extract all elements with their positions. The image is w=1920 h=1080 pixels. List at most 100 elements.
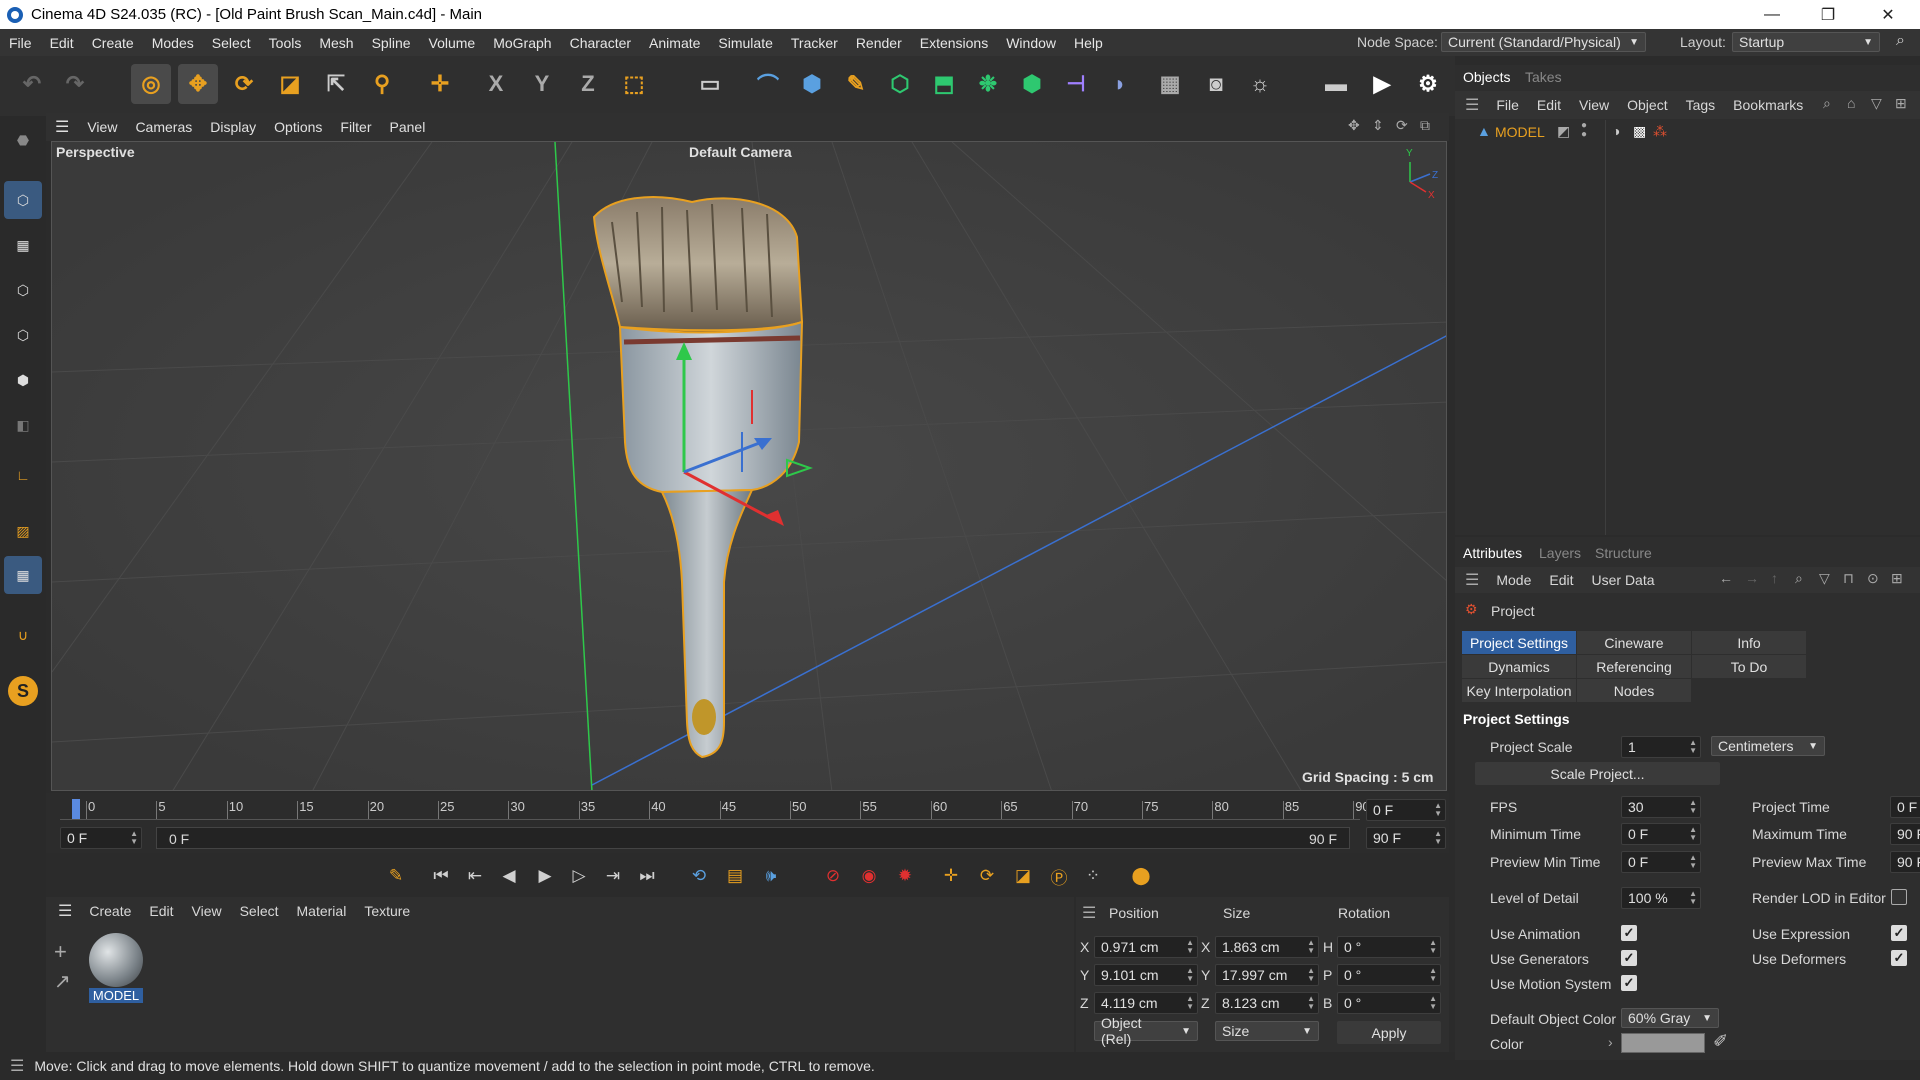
material-menu-create[interactable]: Create xyxy=(80,903,140,919)
objects-menu-tags[interactable]: Tags xyxy=(1677,97,1725,113)
menu-mesh[interactable]: Mesh xyxy=(310,35,362,51)
objects-menu-view[interactable]: View xyxy=(1570,97,1618,113)
tab-project-settings[interactable]: Project Settings xyxy=(1462,631,1576,654)
menu-simulate[interactable]: Simulate xyxy=(709,35,781,51)
menu-window[interactable]: Window xyxy=(997,35,1065,51)
preview-min-field[interactable]: 0 F ▲ ▼ xyxy=(1621,851,1701,873)
coordinate-system-icon[interactable]: ⬚ xyxy=(614,64,654,104)
minimize-button[interactable]: — xyxy=(1744,0,1800,29)
objects-new-window-icon[interactable]: ⊞ xyxy=(1895,95,1907,112)
viewport-menu-panel[interactable]: Panel xyxy=(381,119,435,135)
render-view-icon[interactable]: ▬ xyxy=(1316,64,1356,104)
material-menu-texture[interactable]: Texture xyxy=(355,903,419,919)
units-dropdown[interactable]: Centimeters ▼ xyxy=(1711,736,1825,756)
render-icon[interactable]: ▶ xyxy=(1362,64,1402,104)
position-y-field[interactable]: 9.101 cm ▲ ▼ xyxy=(1094,964,1198,986)
status-hamburger-icon[interactable]: ☰ xyxy=(0,1056,34,1076)
menu-select[interactable]: Select xyxy=(203,35,260,51)
tab-to-do[interactable]: To Do xyxy=(1692,655,1806,678)
render-region-icon[interactable]: ▭ xyxy=(690,64,730,104)
restore-button[interactable]: ❐ xyxy=(1800,0,1856,29)
tab-objects[interactable]: Objects xyxy=(1463,69,1510,85)
texture-tag-icon[interactable]: ◑ xyxy=(1612,123,1620,139)
target-icon[interactable]: ⊙ xyxy=(1867,570,1879,587)
default-color-dropdown[interactable]: 60% Gray ▼ xyxy=(1621,1008,1719,1028)
snap-icon[interactable]: ∪ xyxy=(4,616,42,654)
menu-extensions[interactable]: Extensions xyxy=(911,35,997,51)
apply-button[interactable]: Apply xyxy=(1337,1021,1441,1044)
attributes-menu-user-data[interactable]: User Data xyxy=(1583,572,1664,588)
menu-edit[interactable]: Edit xyxy=(41,35,83,51)
size-x-field[interactable]: 1.863 cm ▲ ▼ xyxy=(1215,936,1319,958)
color-swatch[interactable] xyxy=(1621,1033,1705,1053)
coord-mode-dropdown[interactable]: Object (Rel) ▼ xyxy=(1094,1015,1198,1047)
viewport-menu-display[interactable]: Display xyxy=(201,119,265,135)
viewport-menu-filter[interactable]: Filter xyxy=(331,119,380,135)
layout-dropdown[interactable]: Startup ▼ xyxy=(1732,32,1880,52)
use-deformers-checkbox[interactable]: ✓ xyxy=(1891,950,1907,966)
deformer-icon[interactable]: ⊣ xyxy=(1056,64,1096,104)
polygons-mode-icon[interactable]: ⬢ xyxy=(4,361,42,399)
coord-hamburger-icon[interactable]: ☰ xyxy=(1082,903,1096,923)
menu-mograph[interactable]: MoGraph xyxy=(484,35,560,51)
preview-max-field[interactable]: 90 F xyxy=(1890,851,1920,873)
tab-referencing[interactable]: Referencing xyxy=(1577,655,1691,678)
search-icon[interactable]: ⌕ xyxy=(1896,32,1905,50)
axis-mode-icon[interactable]: ∟ xyxy=(4,456,42,494)
tab-takes[interactable]: Takes xyxy=(1525,69,1562,85)
objects-home-icon[interactable]: ⌂ xyxy=(1847,95,1855,111)
lock-icon[interactable]: ⊓ xyxy=(1843,570,1854,587)
project-time-field[interactable]: 0 F xyxy=(1890,796,1920,818)
camera-label[interactable]: Default Camera xyxy=(689,144,792,160)
tag-icon[interactable]: ⁂ xyxy=(1653,123,1667,140)
viewport-move-icon[interactable]: ✥ xyxy=(1348,117,1360,134)
light-icon[interactable]: ☼ xyxy=(1240,64,1280,104)
menu-volume[interactable]: Volume xyxy=(420,35,485,51)
attributes-hamburger-icon[interactable]: ☰ xyxy=(1455,570,1487,590)
fps-field[interactable]: 30 ▲ ▼ xyxy=(1621,796,1701,818)
coord-size-dropdown[interactable]: Size ▼ xyxy=(1215,1021,1319,1041)
tab-key-interpolation[interactable]: Key Interpolation xyxy=(1462,679,1576,702)
object-name[interactable]: MODEL xyxy=(1495,124,1545,140)
go-to-end-icon[interactable]: ⏭ xyxy=(632,861,662,891)
menu-create[interactable]: Create xyxy=(83,35,143,51)
use-expression-checkbox[interactable]: ✓ xyxy=(1891,925,1907,941)
viewport-zoom-icon[interactable]: ⇕ xyxy=(1372,117,1384,134)
material-menu-select[interactable]: Select xyxy=(231,903,288,919)
node-space-dropdown[interactable]: Current (Standard/Physical) ▼ xyxy=(1441,32,1646,52)
project-scale-field[interactable]: 1 ▲ ▼ xyxy=(1621,736,1701,758)
close-button[interactable]: ✕ xyxy=(1860,0,1916,29)
dynamic-placement-icon[interactable]: ✛ xyxy=(420,64,460,104)
checker-tag-icon[interactable]: ▩ xyxy=(1633,123,1646,140)
loop-icon[interactable]: ⟲ xyxy=(684,861,714,891)
timeline[interactable]: 0 5 10 15 20 25 30 35 40 45 50 55 60 65 70 75 80 85 90 0 F… xyxy=(46,793,1449,853)
rotation-b-field[interactable]: 0 ° ▲ ▼ xyxy=(1337,992,1441,1014)
use-generators-checkbox[interactable]: ✓ xyxy=(1621,950,1637,966)
extrude-icon[interactable]: ⬒ xyxy=(924,64,964,104)
viewport-hamburger-icon[interactable]: ☰ xyxy=(46,117,78,137)
mograph-icon[interactable]: ⬢ xyxy=(1012,64,1052,104)
menu-modes[interactable]: Modes xyxy=(143,35,203,51)
menu-help[interactable]: Help xyxy=(1065,35,1112,51)
material-menu-material[interactable]: Material xyxy=(288,903,356,919)
scale-project-button[interactable]: Scale Project... xyxy=(1475,762,1720,785)
add-material-icon[interactable]: + xyxy=(54,939,67,965)
attributes-filter-icon[interactable]: ▽ xyxy=(1819,570,1830,587)
render-lod-checkbox[interactable] xyxy=(1891,889,1907,905)
locked-workplane-icon[interactable]: ▦ xyxy=(4,556,42,594)
go-to-start-icon[interactable]: ⏮ xyxy=(426,861,456,891)
size-z-field[interactable]: 8.123 cm ▲ ▼ xyxy=(1215,992,1319,1014)
undo-icon[interactable]: ↶ xyxy=(12,64,52,104)
objects-hamburger-icon[interactable]: ☰ xyxy=(1455,95,1487,115)
object-row-model[interactable]: ▲ MODEL ◩ ● ● ◑ ▩ ⁂ xyxy=(1455,121,1920,143)
material-menu-edit[interactable]: Edit xyxy=(140,903,182,919)
floor-icon[interactable]: ▦ xyxy=(1150,64,1190,104)
key-scale-icon[interactable]: ◪ xyxy=(1008,861,1038,891)
workplane-icon[interactable]: ▨ xyxy=(4,512,42,550)
menu-tracker[interactable]: Tracker xyxy=(782,35,847,51)
key-position-icon[interactable]: ✛ xyxy=(936,861,966,891)
objects-menu-bookmarks[interactable]: Bookmarks xyxy=(1724,97,1812,113)
tab-info[interactable]: Info xyxy=(1692,631,1806,654)
menu-spline[interactable]: Spline xyxy=(363,35,420,51)
record-icon[interactable]: ⊘ xyxy=(818,861,848,891)
